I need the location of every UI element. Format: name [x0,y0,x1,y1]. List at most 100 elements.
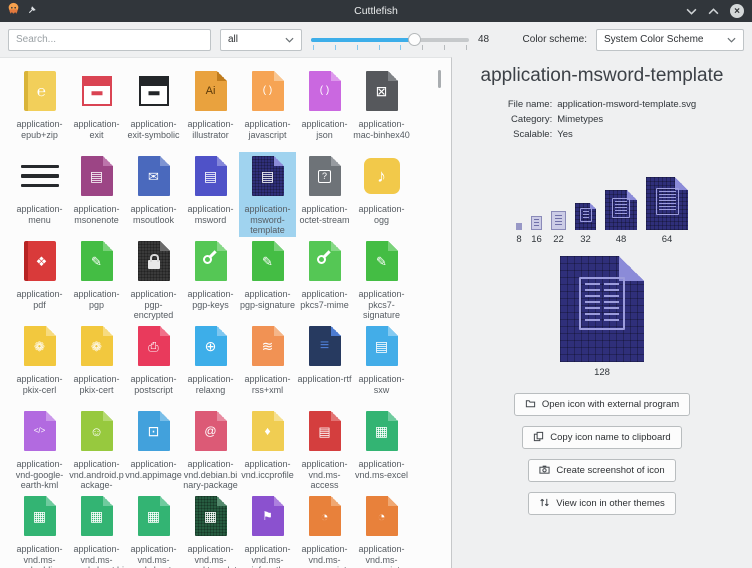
grid-item-application-pkcs7-signature[interactable]: ✎application-pkcs7-signature [353,237,410,322]
search-input[interactable] [8,29,211,51]
grid-item-application-postscript[interactable]: ⎙application-postscript [125,322,182,407]
preview-32: 32 [575,203,596,245]
grid-item-label: application-vnd.ms-powerpoint [301,544,347,568]
icon-size-slider[interactable] [311,29,469,51]
label-line: vnd.ms- [244,555,290,566]
grid-item-application-pgp-signature[interactable]: ✎application-pgp-signature [239,237,296,322]
folded-corner [46,326,56,336]
vertical-scrollbar[interactable] [438,70,441,88]
screenshot-button[interactable]: Create screenshot of icon [528,459,675,482]
grid-item-application-octet-stream[interactable]: ?application-octet-stream [296,152,353,237]
open-external-button[interactable]: Open icon with external program [514,393,690,416]
grid-item-application-msword-template[interactable]: ▤application-msword-template [239,152,296,237]
document-icon: ▦ [138,496,170,536]
folded-corner [274,71,284,81]
maximize-button[interactable] [708,8,719,15]
grid-item-application-msonenote[interactable]: ▤application-msonenote [68,152,125,237]
folder-open-icon [525,398,536,412]
grid-item-application-vnd-ms-excel-addin-m[interactable]: ▦application-vnd.ms-excel.addin.m [11,492,68,568]
grid-item-application-exit-symbolic[interactable]: application-exit-symbolic [125,67,182,152]
grid-item-application-vnd-ms-access[interactable]: ▤application-vnd.ms-access [296,407,353,492]
grid-item-application-relaxng[interactable]: ⊕application-relaxng [182,322,239,407]
label-line: octet-stream [299,215,349,226]
close-button[interactable]: × [730,4,744,18]
grid-item-label: application-exit-symbolic [127,119,179,140]
field-label: Category: [508,114,552,125]
grid-item-application-vnd-appimage[interactable]: ⊡application-vnd.appimage [125,407,182,492]
glyph: ❁ [91,340,102,353]
grid-item-application-vnd-ms-excel[interactable]: ▦application-vnd.ms-excel [353,407,410,492]
grid-item-application-msword[interactable]: ▤application-msword [182,152,239,237]
folded-corner [160,496,170,506]
grid-item-application-vnd-ms-excel-sheet-bi[interactable]: ▦application-vnd.ms-excel.sheet.bi [68,492,125,568]
label-line: application- [73,374,119,385]
label-line: exit [73,130,119,141]
label-line: application- [125,459,182,470]
grid-item-application-vnd-debian-binary-package[interactable]: @application-vnd.debian.binary-package [182,407,239,492]
folded-corner [160,411,170,421]
glyph: ▦ [147,509,160,523]
label-line: application- [301,119,347,130]
folded-corner [274,411,284,421]
grid-item-application-rtf[interactable]: ≡application-rtf [296,322,353,407]
grid-item-label: application-pgp-signature [240,289,295,310]
copy-name-button[interactable]: Copy icon name to clipboard [522,426,681,449]
grid-item-application-javascript[interactable]: ( )application-javascript [239,67,296,152]
slider-handle[interactable] [408,33,421,46]
grid-item-application-illustrator[interactable]: Aiapplication-illustrator [182,67,239,152]
grid-item-application-vnd-google-earth-kml[interactable]: </>application-vnd-google-earth-kml [11,407,68,492]
folded-corner [388,241,398,251]
grid-item-application-vnd-ms-infopath[interactable]: ⚑application-vnd.ms-infopath [239,492,296,568]
folded-corner [103,411,113,421]
grid-item-application-pkix-cert[interactable]: ❁application-pkix-cert [68,322,125,407]
chevron-down-icon [727,37,736,43]
grid-item-application-json[interactable]: ( )application-json [296,67,353,152]
field-value: application-msword-template.svg [557,99,696,110]
other-themes-button[interactable]: View icon in other themes [528,492,676,515]
category-filter-dropdown[interactable]: all [220,29,302,51]
grid-item-application-pgp-keys[interactable]: application-pgp-keys [182,237,239,322]
grid-item-application-vnd-ms-powerpoint[interactable]: ◔application-vnd.ms-powerpoint [296,492,353,568]
grid-item-application-vnd-iccprofile[interactable]: ♦application-vnd.iccprofile [239,407,296,492]
rounded-icon: ♪ [364,158,400,194]
pin-icon[interactable] [27,2,38,20]
grid-item-application-epub-zip[interactable]: ℮application-epub+zip [11,67,68,152]
folded-corner [103,326,113,336]
grid-item-application-exit[interactable]: application-exit [68,67,125,152]
grid-item-application-menu[interactable]: application-menu [11,152,68,237]
grid-item-application-pgp[interactable]: ✎application-pgp [68,237,125,322]
grid-item-application-vnd-ms-excel-sheet-m[interactable]: ▦application-vnd.ms-excel.sheet.m [125,492,182,568]
category-filter-value: all [228,34,238,45]
grid-item-application-sxw[interactable]: ▤application-sxw [353,322,410,407]
document-icon: ▤ [252,156,284,196]
grid-item-application-pkcs7-mime[interactable]: application-pkcs7-mime [296,237,353,322]
preview-icon-small [551,211,566,230]
slider-tick [335,45,336,50]
grid-item-label: application-vnd.android.package- [69,459,124,491]
grid-item-application-mac-binhex40[interactable]: ⊠application-mac-binhex40 [353,67,410,152]
icon-details: File name:application-msword-template.sv… [508,99,696,140]
grid-item-application-pkix-cerl[interactable]: ❁application-pkix-cerl [11,322,68,407]
label-line: pgp [73,300,119,311]
document-icon: ⎙ [138,326,170,366]
glyph: @ [204,425,216,437]
preview-icon-64 [646,177,688,230]
grid-item-application-rss-xml[interactable]: ≋application-rss+xml [239,322,296,407]
grid-item-application-vnd-android-package-[interactable]: ☺application-vnd.android.package- [68,407,125,492]
folded-corner [217,326,227,336]
large-preview: 128 [560,256,644,378]
folded-corner [331,496,341,506]
document-icon: ≡ [309,326,341,366]
grid-item-application-pdf[interactable]: ❖application-pdf [11,237,68,322]
table-glyph [580,208,592,222]
folded-corner [217,156,227,166]
color-scheme-dropdown[interactable]: System Color Scheme [596,29,744,51]
grid-item-application-msoutlook[interactable]: ✉application-msoutlook [125,152,182,237]
grid-item-application-ogg[interactable]: ♪application-ogg [353,152,410,237]
grid-item-application-pgp-encrypted[interactable]: application-pgp-encrypted [125,237,182,322]
grid-item-application-vnd-ms-excel-templat[interactable]: ▦application-vnd.ms-excel.templat [182,492,239,568]
minimize-button[interactable] [686,8,697,15]
label-line: msonenote [73,215,119,226]
grid-item-application-vnd-ms-powerpoint-a[interactable]: ◔application-vnd.ms-powerpoint.a [353,492,410,568]
label-line: application- [16,119,62,130]
